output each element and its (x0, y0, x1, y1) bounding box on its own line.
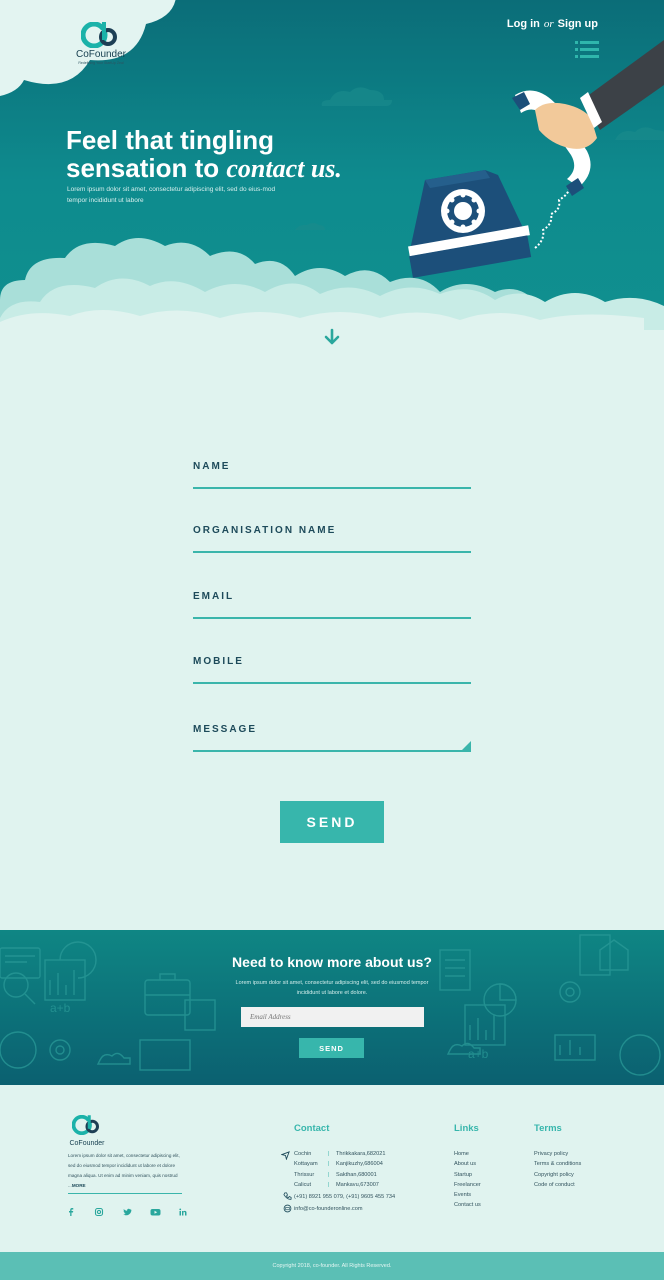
hero-title-line1: Feel that tingling (66, 125, 274, 155)
footer: CoFounder Lorem ipsum dolor sit amet, co… (0, 1085, 664, 1252)
resize-handle-icon[interactable] (462, 741, 471, 750)
email-address[interactable]: info@co-founderonline.com (294, 1206, 363, 1212)
more-link[interactable]: MORE (72, 1183, 86, 1188)
linkedin-icon[interactable] (178, 1204, 206, 1216)
phone-line: (+91) 8921 955 079, (+91) 9605 455 734 (281, 1192, 395, 1201)
copyright-text: Copyright 2018, co-founder. All Rights R… (272, 1263, 392, 1269)
office-row: Cochin | Thrikkakara,682021 (294, 1151, 386, 1157)
name-input[interactable] (193, 461, 471, 489)
office-list: Cochin | Thrikkakara,682021 Kottayam | Kanji… (294, 1149, 385, 1190)
hero-description: Lorem ipsum dolor sit amet, consectetur … (67, 186, 276, 204)
organisation-input[interactable] (193, 525, 471, 553)
mobile-input[interactable] (193, 656, 471, 684)
links-list: Home About us Startup Freelancer Events … (454, 1149, 481, 1211)
links-heading: Links (454, 1123, 479, 1134)
auth-or: or (543, 18, 554, 30)
youtube-icon[interactable] (150, 1204, 178, 1216)
message-textarea[interactable] (193, 724, 471, 752)
newsletter-title: Need to know more about us? (232, 954, 432, 970)
cofounder-logo-icon (71, 1114, 99, 1136)
twitter-icon[interactable] (122, 1204, 150, 1216)
cofounder-logo-icon (81, 22, 117, 48)
scroll-down-arrow-icon[interactable] (323, 328, 341, 346)
terms-list: Privacy policy Terms & conditions Copyri… (534, 1149, 581, 1190)
brand-name: CoFounder (75, 49, 127, 60)
brand-tagline: Redefining Your StartUp Zeal (78, 61, 124, 65)
facebook-icon[interactable] (66, 1204, 94, 1216)
footer-link-contact[interactable]: Contact us (454, 1200, 481, 1210)
email-underline (193, 617, 471, 619)
footer-link-privacy[interactable]: Privacy policy (534, 1149, 581, 1159)
message-underline (193, 750, 471, 752)
email-field[interactable]: EMAIL (193, 591, 471, 619)
newsletter-send-button[interactable]: SEND (299, 1038, 364, 1058)
hero-section: CoFounder Redefining Your StartUp Zeal L… (0, 0, 664, 330)
newsletter-email-input[interactable] (241, 1007, 424, 1027)
newsletter-section: a+b a+b Need to know more about us? Lore… (0, 930, 664, 1085)
login-link[interactable]: Log in (507, 18, 540, 30)
footer-link-code-of-conduct[interactable]: Code of conduct (534, 1180, 581, 1190)
footer-link-terms[interactable]: Terms & conditions (534, 1159, 581, 1169)
email-line: info@co-founderonline.com (281, 1204, 363, 1213)
message-field[interactable]: MESSAGE (193, 724, 471, 752)
location-pin-icon (281, 1151, 290, 1160)
footer-link-freelancer[interactable]: Freelancer (454, 1180, 481, 1190)
email-input[interactable] (193, 591, 471, 619)
footer-divider (68, 1193, 182, 1194)
brand-logo[interactable]: CoFounder Redefining Your StartUp Zeal (66, 22, 136, 65)
telephone-illustration (408, 40, 664, 278)
phone-numbers[interactable]: (+91) 8921 955 079, (+91) 9605 455 734 (294, 1194, 395, 1200)
mobile-field[interactable]: MOBILE (193, 656, 471, 684)
name-underline (193, 487, 471, 489)
signup-link[interactable]: Sign up (558, 18, 598, 30)
terms-heading: Terms (534, 1123, 562, 1134)
office-row: Kottayam | Kanjikuzhy,686004 (294, 1161, 383, 1168)
hero-title-accent: contact us. (226, 154, 342, 183)
contact-heading: Contact (294, 1123, 330, 1134)
footer-brand-name: CoFounder (69, 1140, 105, 1147)
svg-text:a+b: a+b (50, 1001, 71, 1015)
send-button[interactable]: SEND (280, 801, 384, 843)
hero-title-line2: sensation to (66, 153, 227, 183)
auth-links: Log in or Sign up (507, 18, 598, 30)
footer-about: Lorem ipsum dolor sit amet, consectetur … (68, 1151, 182, 1191)
organisation-underline (193, 551, 471, 553)
social-links (66, 1204, 206, 1217)
office-row: Thrissur | Sakthan,680001 (294, 1171, 377, 1178)
footer-link-events[interactable]: Events (454, 1190, 481, 1200)
hero-title: Feel that tingling sensation to contact … (66, 126, 342, 183)
phone-icon (283, 1192, 292, 1200)
mobile-underline (193, 682, 471, 684)
organisation-field[interactable]: ORGANISATION NAME (193, 525, 471, 553)
footer-link-startup[interactable]: Startup (454, 1170, 481, 1180)
footer-link-home[interactable]: Home (454, 1149, 481, 1159)
copyright-bar: Copyright 2018, co-founder. All Rights R… (0, 1252, 664, 1280)
hamburger-menu-icon[interactable] (575, 40, 599, 60)
name-field[interactable]: NAME (193, 461, 471, 489)
footer-link-copyright[interactable]: Copyright policy (534, 1170, 581, 1180)
newsletter-description: Lorem ipsum dolor sit amet, consectetur … (235, 980, 429, 996)
email-icon (283, 1204, 292, 1213)
instagram-icon[interactable] (94, 1204, 122, 1217)
office-row: Calicut | Mankavu,673007 (294, 1181, 379, 1188)
footer-logo[interactable]: CoFounder (67, 1114, 107, 1147)
footer-link-about[interactable]: About us (454, 1159, 481, 1169)
